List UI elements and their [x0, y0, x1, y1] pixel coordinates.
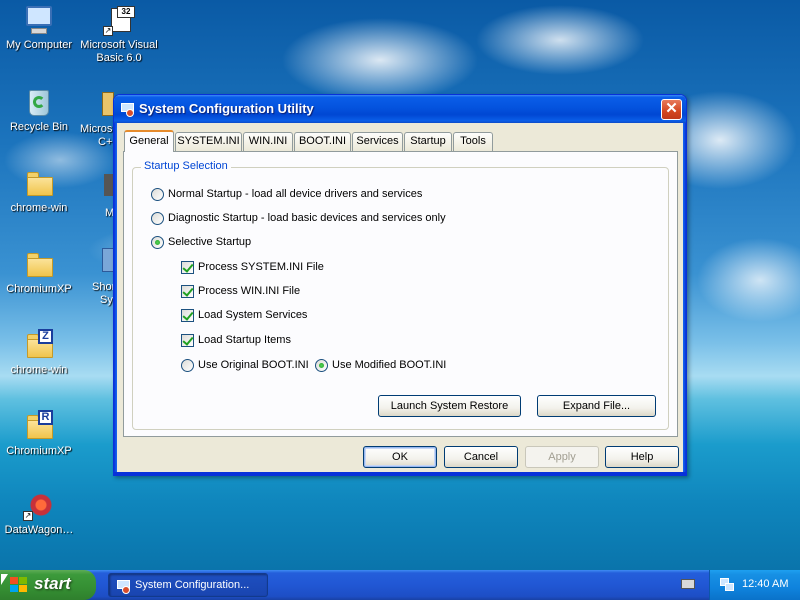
title-bar[interactable]: System Configuration Utility ✕	[114, 95, 686, 123]
group-label: Startup Selection	[141, 160, 231, 172]
close-button[interactable]: ✕	[661, 99, 682, 120]
desktop-icon-chromiumxp-r[interactable]: R ChromiumXP	[0, 410, 78, 458]
desktop-icon-label: DataWagon…	[4, 524, 74, 536]
folder-z-icon: Z	[23, 329, 55, 361]
mouse-cursor-icon	[1, 574, 8, 585]
general-tab-panel: Startup Selection Normal Startup - load …	[123, 151, 678, 437]
window-title: System Configuration Utility	[139, 101, 314, 116]
start-button[interactable]: start	[0, 570, 96, 600]
network-icon[interactable]	[720, 578, 734, 591]
desktop-icon-label: ChromiumXP	[6, 445, 72, 457]
folder-r-icon: R	[23, 410, 55, 442]
taskbar: start System Configuration... 12:40 AM	[0, 570, 800, 600]
tab-general[interactable]: General	[124, 130, 174, 152]
clock[interactable]: 12:40 AM	[742, 578, 788, 590]
desktop-icon-chromiumxp[interactable]: ChromiumXP	[0, 248, 78, 296]
visual-basic-icon: 32 ↗	[103, 4, 135, 36]
help-button[interactable]: Help	[605, 446, 679, 468]
radio-label: Selective Startup	[168, 236, 252, 248]
taskbar-item-label: System Configuration...	[135, 579, 250, 591]
desktop-icon-partial-m[interactable]: M	[90, 172, 114, 220]
desktop-icon-label: chrome-win	[10, 202, 68, 214]
system-configuration-window: System Configuration Utility ✕ General S…	[113, 94, 687, 476]
tab-startup[interactable]: Startup	[404, 132, 452, 151]
recycle-bin-icon	[23, 86, 55, 118]
desktop-icon-my-computer[interactable]: My Computer	[0, 4, 78, 52]
folder-icon	[23, 248, 55, 280]
radio-selective-startup[interactable]: Selective Startup	[151, 234, 251, 250]
radio-label: Diagnostic Startup - load basic devices …	[168, 212, 446, 224]
desktop-icon-label: Micros	[80, 123, 113, 135]
tab-tools[interactable]: Tools	[453, 132, 493, 151]
radio-diagnostic-startup[interactable]: Diagnostic Startup - load basic devices …	[151, 210, 446, 226]
desktop-icon-label: C+	[98, 136, 113, 148]
checkbox-process-win-ini[interactable]: Process WIN.INI File	[181, 283, 300, 299]
desktop-icon-recycle-bin[interactable]: Recycle Bin	[0, 86, 78, 134]
datawagon-icon: ↗	[23, 489, 55, 521]
desktop-icon-label: M	[105, 207, 115, 219]
radio-normal-startup[interactable]: Normal Startup - load all device drivers…	[151, 186, 422, 202]
tab-services[interactable]: Services	[352, 132, 403, 151]
folder-icon	[23, 167, 55, 199]
checkbox-label: Load Startup Items	[198, 334, 291, 346]
checkbox[interactable]	[181, 284, 194, 298]
apply-button[interactable]: Apply	[525, 446, 599, 468]
desktop-icon-label: Shor	[92, 281, 116, 293]
desktop-icon-partial-shortcut[interactable]: Shor Sy	[88, 246, 116, 307]
start-label: start	[34, 574, 71, 593]
desktop-icon-label: chrome-win	[10, 364, 68, 376]
radio-label: Normal Startup - load all device drivers…	[168, 188, 423, 200]
radio-button[interactable]	[315, 358, 328, 372]
radio-button[interactable]	[151, 187, 164, 201]
checkbox-process-system-ini[interactable]: Process SYSTEM.INI File	[181, 259, 324, 275]
keyboard-icon[interactable]	[681, 579, 695, 589]
windows-logo-icon	[10, 577, 28, 593]
radio-label: Use Original BOOT.INI	[198, 359, 309, 371]
radio-button[interactable]	[181, 358, 194, 372]
startup-selection-group: Startup Selection Normal Startup - load …	[132, 160, 669, 430]
radio-use-modified-boot-ini[interactable]: Use Modified BOOT.INI	[315, 357, 446, 373]
desktop-icon-label: ChromiumXP	[6, 283, 72, 295]
checkbox-load-system-services[interactable]: Load System Services	[181, 307, 307, 323]
checkbox-label: Load System Services	[198, 309, 308, 321]
checkbox[interactable]	[181, 333, 194, 347]
desktop-icon-label: Microsoft Visual Basic 6.0	[80, 39, 158, 64]
tab-win-ini[interactable]: WIN.INI	[243, 132, 293, 151]
msconfig-icon	[120, 101, 136, 117]
msconfig-icon	[116, 578, 130, 594]
desktop-icon-label: My Computer	[5, 39, 73, 51]
desktop-icon-chrome-win[interactable]: chrome-win	[0, 167, 78, 215]
expand-file-button[interactable]: Expand File...	[537, 395, 656, 417]
taskbar-item-system-configuration[interactable]: System Configuration...	[108, 573, 268, 597]
desktop-icon-datawagon[interactable]: ↗ DataWagon…	[0, 489, 78, 537]
desktop-icon-label: Recycle Bin	[9, 121, 69, 133]
tab-boot-ini[interactable]: BOOT.INI	[294, 132, 351, 151]
desktop-icon-chrome-win-z[interactable]: Z chrome-win	[0, 329, 78, 377]
ok-button[interactable]: OK	[363, 446, 437, 468]
cancel-button[interactable]: Cancel	[444, 446, 518, 468]
system-tray: 12:40 AM	[709, 570, 800, 600]
radio-button[interactable]	[151, 211, 164, 225]
checkbox-load-startup-items[interactable]: Load Startup Items	[181, 332, 291, 348]
desktop-icon-label: Sy	[100, 294, 113, 306]
desktop-icon-partial-cpp[interactable]: Micros C+	[80, 88, 114, 149]
radio-use-original-boot-ini[interactable]: Use Original BOOT.INI	[181, 357, 309, 373]
radio-button[interactable]	[151, 235, 164, 249]
radio-label: Use Modified BOOT.INI	[332, 359, 447, 371]
checkbox[interactable]	[181, 260, 194, 274]
checkbox-label: Process WIN.INI File	[198, 285, 301, 297]
checkbox-label: Process SYSTEM.INI File	[198, 261, 324, 273]
checkbox[interactable]	[181, 308, 194, 322]
launch-system-restore-button[interactable]: Launch System Restore	[378, 395, 521, 417]
my-computer-icon	[23, 4, 55, 36]
desktop-icon-visual-basic[interactable]: 32 ↗ Microsoft Visual Basic 6.0	[80, 4, 158, 65]
tab-system-ini[interactable]: SYSTEM.INI	[175, 132, 242, 151]
